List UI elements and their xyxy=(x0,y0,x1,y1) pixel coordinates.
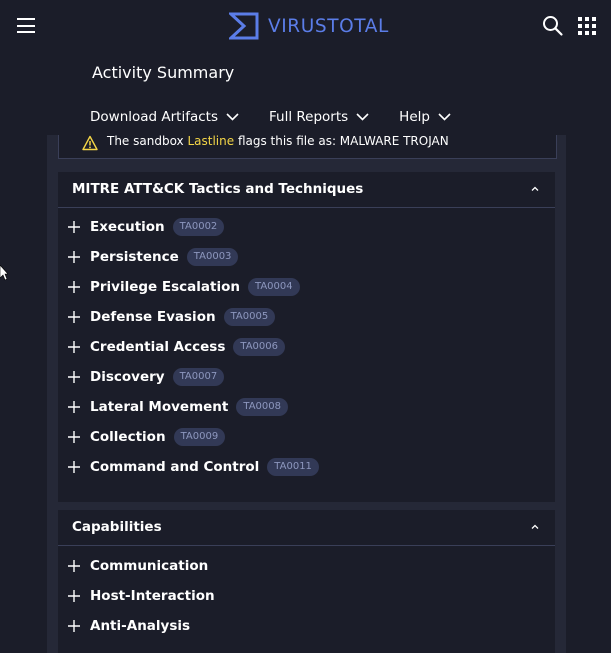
section-title: MITRE ATT&CK Tactics and Techniques xyxy=(72,181,364,197)
tactic-id-badge: TA0011 xyxy=(267,458,319,476)
tactic-row[interactable]: Execution TA0002 xyxy=(68,216,225,238)
sandbox-alert-text: The sandbox Lastline flags this file as:… xyxy=(107,134,449,148)
plus-icon[interactable] xyxy=(68,371,80,383)
tactic-id-badge: TA0004 xyxy=(247,278,300,296)
plus-icon[interactable] xyxy=(68,620,80,632)
tactic-label: Privilege Escalation xyxy=(90,279,240,295)
tactic-label: Command and Control xyxy=(90,459,260,475)
tactic-row[interactable]: Lateral Movement TA0008 xyxy=(68,396,288,418)
page-title: Activity Summary xyxy=(92,63,235,82)
capability-label: Communication xyxy=(90,558,209,574)
mitre-section: MITRE ATT&CK Tactics and Techniques Exec… xyxy=(58,172,555,502)
tactic-id-badge: TA0005 xyxy=(223,308,276,326)
full-reports-dropdown[interactable]: Full Reports xyxy=(269,109,369,125)
tactic-label: Credential Access xyxy=(90,339,226,355)
chevron-up-icon[interactable] xyxy=(530,522,540,532)
capability-row[interactable]: Host-Interaction xyxy=(68,585,215,607)
capability-row[interactable]: Anti-Analysis xyxy=(68,615,190,637)
plus-icon[interactable] xyxy=(68,560,80,572)
warning-triangle-icon xyxy=(82,135,98,151)
tactic-id-badge: TA0007 xyxy=(172,368,225,386)
chevron-down-icon xyxy=(226,113,239,121)
tactic-id-badge: TA0003 xyxy=(186,248,239,266)
page: VIRUSTOTAL Activity Summary Download Art… xyxy=(0,0,611,653)
top-bar: VIRUSTOTAL xyxy=(0,0,611,52)
tactic-row[interactable]: Discovery TA0007 xyxy=(68,366,225,388)
plus-icon[interactable] xyxy=(68,221,80,233)
alert-suffix: flags this file as: MALWARE TROJAN xyxy=(234,134,449,148)
plus-icon[interactable] xyxy=(68,251,80,263)
plus-icon[interactable] xyxy=(68,311,80,323)
chevron-down-icon xyxy=(438,113,451,121)
chevron-up-icon[interactable] xyxy=(530,184,540,194)
tactic-row[interactable]: Persistence TA0003 xyxy=(68,246,239,268)
capability-row[interactable]: Communication xyxy=(68,555,208,577)
activity-menu: Download Artifacts Full Reports Help xyxy=(90,106,481,128)
tactic-label: Defense Evasion xyxy=(90,309,216,325)
capabilities-section: Capabilities Communication Host-Interact… xyxy=(58,510,555,653)
plus-icon[interactable] xyxy=(68,590,80,602)
tactic-row[interactable]: Defense Evasion TA0005 xyxy=(68,306,276,328)
search-icon[interactable] xyxy=(542,15,564,37)
tactic-label: Persistence xyxy=(90,249,179,265)
plus-icon[interactable] xyxy=(68,341,80,353)
mouse-cursor-icon xyxy=(0,265,8,281)
tactic-row[interactable]: Collection TA0009 xyxy=(68,426,226,448)
tactic-row[interactable]: Privilege Escalation TA0004 xyxy=(68,276,300,298)
tactic-label: Lateral Movement xyxy=(90,399,229,415)
download-artifacts-dropdown[interactable]: Download Artifacts xyxy=(90,109,239,125)
sandbox-name-link[interactable]: Lastline xyxy=(187,134,234,148)
menu-label: Download Artifacts xyxy=(90,109,218,125)
tactic-id-badge: TA0002 xyxy=(172,218,225,236)
tactic-row[interactable]: Credential Access TA0006 xyxy=(68,336,285,358)
tactic-row[interactable]: Command and Control TA0011 xyxy=(68,456,319,478)
menu-label: Help xyxy=(399,109,430,125)
tactic-label: Execution xyxy=(90,219,165,235)
capabilities-section-header[interactable]: Capabilities xyxy=(58,510,555,546)
tactic-label: Discovery xyxy=(90,369,165,385)
tactic-id-badge: TA0006 xyxy=(233,338,285,356)
plus-icon[interactable] xyxy=(68,431,80,443)
help-dropdown[interactable]: Help xyxy=(399,109,451,125)
section-title: Capabilities xyxy=(72,519,162,535)
sandbox-alert-card: The sandbox Lastline flags this file as:… xyxy=(58,134,557,159)
mitre-section-header[interactable]: MITRE ATT&CK Tactics and Techniques xyxy=(58,172,555,208)
logo-text: VIRUSTOTAL xyxy=(268,15,389,37)
hamburger-menu-icon[interactable] xyxy=(17,18,35,33)
virustotal-logo-icon xyxy=(229,12,259,40)
plus-icon[interactable] xyxy=(68,281,80,293)
plus-icon[interactable] xyxy=(68,461,80,473)
tactic-id-badge: TA0009 xyxy=(173,428,226,446)
plus-icon[interactable] xyxy=(68,401,80,413)
virustotal-logo[interactable]: VIRUSTOTAL xyxy=(229,11,389,41)
menu-label: Full Reports xyxy=(269,109,349,125)
capability-label: Host-Interaction xyxy=(90,588,215,604)
apps-grid-icon[interactable] xyxy=(578,17,596,35)
capability-label: Anti-Analysis xyxy=(90,618,191,634)
alert-prefix: The sandbox xyxy=(107,134,188,148)
chevron-down-icon xyxy=(356,113,369,121)
tactic-id-badge: TA0008 xyxy=(236,398,288,416)
tactic-label: Collection xyxy=(90,429,166,445)
